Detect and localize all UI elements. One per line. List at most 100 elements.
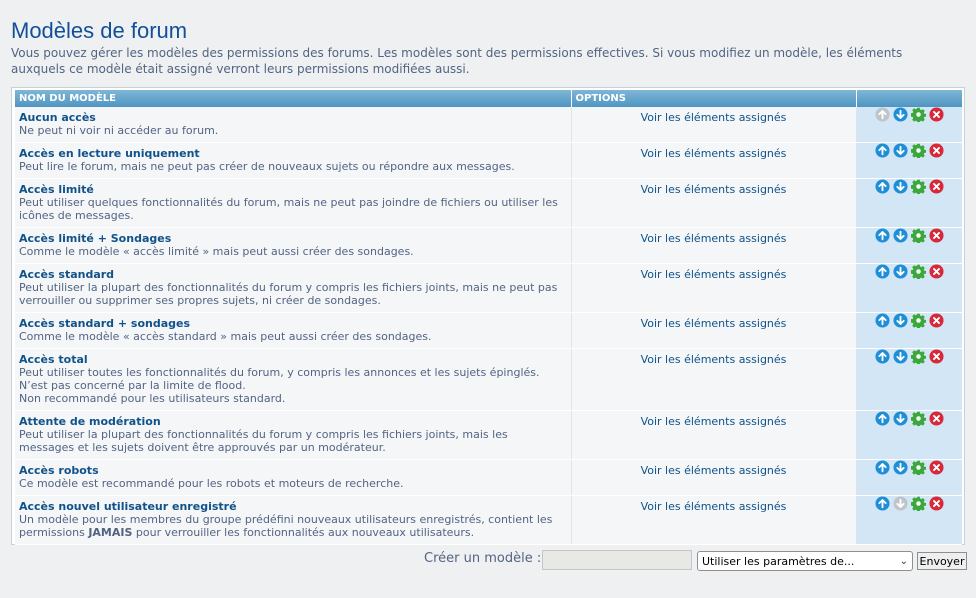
table-row: Accès total Peut utiliser toutes les fonc… xyxy=(15,348,962,411)
arrow-up-icon[interactable] xyxy=(875,496,890,511)
delete-icon[interactable] xyxy=(929,496,944,511)
table-row: Accès robots Ce modèle est recommandé pou… xyxy=(15,459,962,496)
view-assigned-link[interactable]: Voir les éléments assignés xyxy=(641,268,787,281)
submit-button[interactable]: Envoyer xyxy=(917,552,967,570)
table-row: Accès en lecture uniquement Peut lire le … xyxy=(15,142,962,179)
chevron-down-icon: ⌄ xyxy=(899,555,908,567)
delete-icon[interactable] xyxy=(929,143,944,158)
template-name: Accès limité + Sondages xyxy=(19,232,172,245)
table-row: Accès standard + sondages Comme le modèle… xyxy=(15,312,962,349)
arrow-up-icon[interactable] xyxy=(875,411,890,426)
templates-panel: NOM DU MODÈLE OPTIONS Aucun accès Ne peut… xyxy=(11,87,965,545)
arrow-down-icon[interactable] xyxy=(893,411,908,426)
template-options-cell: Voir les éléments assignés xyxy=(571,410,857,460)
view-assigned-link[interactable]: Voir les éléments assignés xyxy=(641,147,787,160)
gear-icon[interactable] xyxy=(910,107,926,122)
view-assigned-link[interactable]: Voir les éléments assignés xyxy=(641,415,787,428)
template-actions-cell xyxy=(856,410,962,460)
action-icons xyxy=(875,313,944,328)
action-icons xyxy=(875,496,944,511)
arrow-down-icon[interactable] xyxy=(893,313,908,328)
view-assigned-link[interactable]: Voir les éléments assignés xyxy=(641,111,787,124)
view-assigned-link[interactable]: Voir les éléments assignés xyxy=(641,183,787,196)
template-options-cell: Voir les éléments assignés xyxy=(571,263,857,313)
template-name-cell: Aucun accès Ne peut ni voir ni accéder au… xyxy=(15,107,572,143)
delete-icon[interactable] xyxy=(929,460,944,475)
delete-icon[interactable] xyxy=(929,313,944,328)
template-options-cell: Voir les éléments assignés xyxy=(571,227,857,264)
table-row: Accès standard Peut utiliser la plupart d… xyxy=(15,263,962,313)
arrow-down-icon[interactable] xyxy=(893,460,908,475)
gear-icon[interactable] xyxy=(910,460,926,475)
template-description: Peut utiliser la plupart des fonctionnal… xyxy=(19,428,508,454)
arrow-down-icon[interactable] xyxy=(893,264,908,279)
arrow-up-icon[interactable] xyxy=(875,179,890,194)
template-name-cell: Accès standard + sondages Comme le modèle… xyxy=(15,312,572,349)
arrow-up-icon[interactable] xyxy=(875,264,890,279)
template-name-cell: Accès nouvel utilisateur enregistré Un mo… xyxy=(15,495,572,545)
arrow-down-icon[interactable] xyxy=(893,228,908,243)
column-header-name: NOM DU MODÈLE xyxy=(15,90,572,107)
template-description: Comme le modèle « accès limité » mais pe… xyxy=(19,245,414,258)
template-name-input[interactable] xyxy=(542,550,692,570)
template-name: Accès standard + sondages xyxy=(19,317,191,330)
copy-settings-select[interactable]: Utiliser les paramètres de... ⌄ xyxy=(697,551,913,571)
delete-icon[interactable] xyxy=(929,107,944,122)
template-description: Comme le modèle « accès standard » mais … xyxy=(19,330,432,343)
arrow-up-icon[interactable] xyxy=(875,143,890,158)
view-assigned-link[interactable]: Voir les éléments assignés xyxy=(641,464,787,477)
view-assigned-link[interactable]: Voir les éléments assignés xyxy=(641,232,787,245)
template-description: Ce modèle est recommandé pour les robots… xyxy=(19,477,404,490)
template-actions-cell xyxy=(856,178,962,228)
arrow-down-icon[interactable] xyxy=(893,143,908,158)
view-assigned-link[interactable]: Voir les éléments assignés xyxy=(641,500,787,513)
action-icons xyxy=(875,411,944,426)
template-description: Peut utiliser la plupart des fonctionnal… xyxy=(19,281,558,307)
table-row: Aucun accès Ne peut ni voir ni accéder au… xyxy=(15,107,962,143)
gear-icon[interactable] xyxy=(910,143,926,158)
template-name-cell: Accès en lecture uniquement Peut lire le … xyxy=(15,142,572,179)
arrow-up-icon[interactable] xyxy=(875,313,890,328)
delete-icon[interactable] xyxy=(929,264,944,279)
delete-icon[interactable] xyxy=(929,349,944,364)
arrow-down-icon[interactable] xyxy=(893,349,908,364)
gear-icon[interactable] xyxy=(910,496,926,511)
gear-icon[interactable] xyxy=(910,349,926,364)
gear-icon[interactable] xyxy=(910,228,926,243)
table-row: Accès nouvel utilisateur enregistré Un mo… xyxy=(15,495,962,545)
page-intro: Vous pouvez gérer les modèles des permis… xyxy=(11,46,903,76)
template-actions-cell xyxy=(856,312,962,349)
table-row: Accès limité + Sondages Comme le modèle «… xyxy=(15,227,962,264)
gear-icon[interactable] xyxy=(910,313,926,328)
template-actions-cell xyxy=(856,348,962,411)
arrow-up-icon[interactable] xyxy=(875,349,890,364)
view-assigned-link[interactable]: Voir les éléments assignés xyxy=(641,317,787,330)
template-options-cell: Voir les éléments assignés xyxy=(571,178,857,228)
template-description: Peut utiliser quelques fonctionnalités d… xyxy=(19,196,558,222)
template-name-cell: Accès limité + Sondages Comme le modèle «… xyxy=(15,227,572,264)
arrow-up-icon[interactable] xyxy=(875,228,890,243)
action-icons xyxy=(875,179,944,194)
view-assigned-link[interactable]: Voir les éléments assignés xyxy=(641,353,787,366)
gear-icon[interactable] xyxy=(910,411,926,426)
templates-table: NOM DU MODÈLE OPTIONS Aucun accès Ne peut… xyxy=(15,90,962,545)
create-template-label: Créer un modèle : xyxy=(424,551,542,566)
template-actions-cell xyxy=(856,459,962,496)
template-actions-cell xyxy=(856,227,962,264)
gear-icon[interactable] xyxy=(910,179,926,194)
template-name-cell: Accès robots Ce modèle est recommandé pou… xyxy=(15,459,572,496)
templates-table-body: Aucun accès Ne peut ni voir ni accéder au… xyxy=(15,107,962,545)
delete-icon[interactable] xyxy=(929,411,944,426)
delete-icon[interactable] xyxy=(929,179,944,194)
template-name: Accès standard xyxy=(19,268,115,281)
description-text: pour verrouiller les fonctionnalités aux… xyxy=(132,526,475,539)
arrow-down-icon[interactable] xyxy=(893,107,908,122)
template-name-cell: Accès limité Peut utiliser quelques fonct… xyxy=(15,178,572,228)
gear-icon[interactable] xyxy=(910,264,926,279)
template-name: Accès robots xyxy=(19,464,99,477)
arrow-down-icon[interactable] xyxy=(893,179,908,194)
arrow-up-icon[interactable] xyxy=(875,460,890,475)
action-icons xyxy=(875,107,944,122)
action-icons xyxy=(875,460,944,475)
delete-icon[interactable] xyxy=(929,228,944,243)
